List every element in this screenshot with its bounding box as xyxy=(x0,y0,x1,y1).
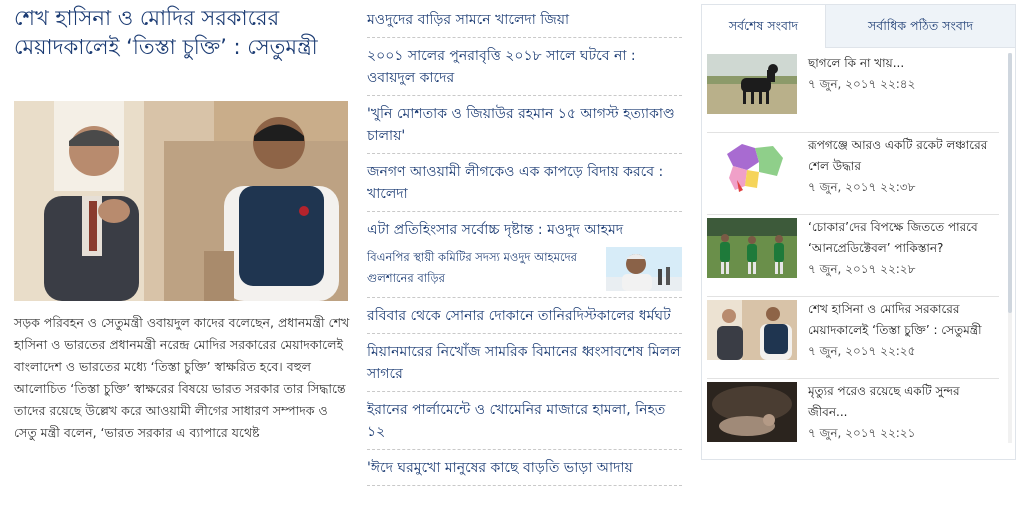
headline-text: 'ঈদে ঘরমুখো মানুষের কাছে বাড়তি ভাড়া আদ… xyxy=(367,460,633,476)
news-item-date: ৭ জুন, ২০১৭ ২২:২৮ xyxy=(808,262,916,276)
news-item-date: ৭ জুন, ২০১৭ ২২:৪২ xyxy=(808,77,916,91)
news-item[interactable]: ছাগলে কি না খায়... ৭ জুন, ২০১৭ ২২:৪২ xyxy=(707,51,999,133)
headline-item[interactable]: এটা প্রতিহিংসার সর্বোচ্চ দৃষ্টান্ত : মওদ… xyxy=(367,212,682,241)
news-item-date: ৭ জুন, ২০১৭ ২২:২৫ xyxy=(808,344,916,358)
news-item-text: রূপগঞ্জে আরও একটি রকেট লঞ্চারের শেল উদ্ধ… xyxy=(808,135,998,198)
lead-story: শেখ হাসিনা ও মোদির সরকারের মেয়াদকালেই ‘… xyxy=(14,4,350,62)
headline-text: ইরানের পার্লামেন্টে ও খোমেনির মাজারে হাম… xyxy=(367,402,666,440)
related-story[interactable]: বিএনপির স্থায়ী কমিটির সদস্য মওদুদ আহমদে… xyxy=(367,241,682,298)
headline-item[interactable]: জনগণ আওয়ামী লীগকেও এক কাপড়ে বিদায় করব… xyxy=(367,154,682,212)
news-item[interactable]: ‘চোকার’দের বিপক্ষে জিততে পারবে ‘আনপ্রেডি… xyxy=(707,215,999,297)
lead-summary: সড়ক পরিবহন ও সেতুমন্ত্রী ওবায়দুল কাদের… xyxy=(14,315,350,440)
news-item-title: রূপগঞ্জে আরও একটি রকেট লঞ্চারের শেল উদ্ধ… xyxy=(808,138,988,173)
tab-most-read[interactable]: সর্বাধিক পঠিত সংবাদ xyxy=(826,5,1015,47)
news-item-date: ৭ জুন, ২০১৭ ২২:৩৮ xyxy=(808,180,916,194)
headline-item[interactable]: মিয়ানমারের নিখোঁজ সামরিক বিমানের ধ্বংসা… xyxy=(367,334,682,392)
headline-text: এটা প্রতিহিংসার সর্বোচ্চ দৃষ্টান্ত : মওদ… xyxy=(367,222,624,238)
news-item-text: ‘চোকার’দের বিপক্ষে জিততে পারবে ‘আনপ্রেডি… xyxy=(808,217,998,280)
headline-item[interactable]: ইরানের পার্লামেন্টে ও খোমেনির মাজারে হাম… xyxy=(367,392,682,450)
news-panel: সর্বশেষ সংবাদ সর্বাধিক পঠিত সংবাদ ছাগলে … xyxy=(701,4,1016,460)
lead-headline[interactable]: শেখ হাসিনা ও মোদির সরকারের মেয়াদকালেই ‘… xyxy=(14,4,350,62)
news-item-title: ছাগলে কি না খায়... xyxy=(808,56,905,70)
panel-scrollbar-thumb[interactable] xyxy=(1008,53,1012,313)
news-item-date: ৭ জুন, ২০১৭ ২২:২১ xyxy=(808,426,916,440)
lead-photo[interactable] xyxy=(14,101,348,301)
related-story-text: বিএনপির স্থায়ী কমিটির সদস্য মওদুদ আহমদে… xyxy=(367,250,577,285)
headline-text: ২০০১ সালের পুনরাবৃত্তি ২০১৮ সালে ঘটবে না… xyxy=(367,48,636,86)
headline-text: জনগণ আওয়ামী লীগকেও এক কাপড়ে বিদায় করব… xyxy=(367,164,664,202)
news-item-title: ‘চোকার’দের বিপক্ষে জিততে পারবে ‘আনপ্রেডি… xyxy=(808,220,978,255)
news-item-text: মৃত্যুর পরেও রয়েছে একটি সুন্দর জীবন... … xyxy=(808,381,998,444)
headline-item[interactable]: রবিবার থেকে সোনার দোকানে তানিরদিস্টকালের… xyxy=(367,298,682,334)
news-item-text: শেখ হাসিনা ও মোদির সরকারের মেয়াদকালেই ‘… xyxy=(808,299,998,362)
map-thumbnail[interactable] xyxy=(707,136,797,196)
news-item-title: শেখ হাসিনা ও মোদির সরকারের মেয়াদকালেই ‘… xyxy=(808,302,982,337)
headline-item[interactable]: ২০০১ সালের পুনরাবৃত্তি ২০১৮ সালে ঘটবে না… xyxy=(367,38,682,96)
goat-thumbnail[interactable] xyxy=(707,54,797,114)
news-item[interactable]: রূপগঞ্জে আরও একটি রকেট লঞ্চারের শেল উদ্ধ… xyxy=(707,133,999,215)
news-tabs: সর্বশেষ সংবাদ সর্বাধিক পঠিত সংবাদ xyxy=(702,5,1015,48)
news-item-title: মৃত্যুর পরেও রয়েছে একটি সুন্দর জীবন... xyxy=(808,384,960,419)
headline-item[interactable]: 'ঈদে ঘরমুখো মানুষের কাছে বাড়তি ভাড়া আদ… xyxy=(367,450,682,486)
related-story-thumbnail[interactable] xyxy=(606,247,682,291)
headline-item[interactable]: মওদুদের বাড়ির সামনে খালেদা জিয়া xyxy=(367,0,682,38)
cricket-thumbnail[interactable] xyxy=(707,218,797,278)
news-item[interactable]: শেখ হাসিনা ও মোদির সরকারের মেয়াদকালেই ‘… xyxy=(707,297,999,379)
headline-text: রবিবার থেকে সোনার দোকানে তানিরদিস্টকালের… xyxy=(367,308,671,324)
news-item-text: ছাগলে কি না খায়... ৭ জুন, ২০১৭ ২২:৪২ xyxy=(808,53,998,95)
meeting-thumbnail[interactable] xyxy=(707,300,797,360)
headline-text: 'খুনি মোশতাক ও জিয়াউর রহমান ১৫ আগস্ট হত… xyxy=(367,106,675,144)
headline-list: মওদুদের বাড়ির সামনে খালেদা জিয়া ২০০১ স… xyxy=(367,0,682,486)
headline-text: মিয়ানমারের নিখোঁজ সামরিক বিমানের ধ্বংসা… xyxy=(367,344,681,382)
latest-news-list: ছাগলে কি না খায়... ৭ জুন, ২০১৭ ২২:৪২ রূ… xyxy=(707,51,999,460)
headline-item[interactable]: 'খুনি মোশতাক ও জিয়াউর রহমান ১৫ আগস্ট হত… xyxy=(367,96,682,154)
news-item[interactable]: মৃত্যুর পরেও রয়েছে একটি সুন্দর জীবন... … xyxy=(707,379,999,460)
tab-latest-news[interactable]: সর্বশেষ সংবাদ xyxy=(702,5,826,48)
headline-text: মওদুদের বাড়ির সামনে খালেদা জিয়া xyxy=(367,12,570,28)
afterlife-thumbnail[interactable] xyxy=(707,382,797,442)
